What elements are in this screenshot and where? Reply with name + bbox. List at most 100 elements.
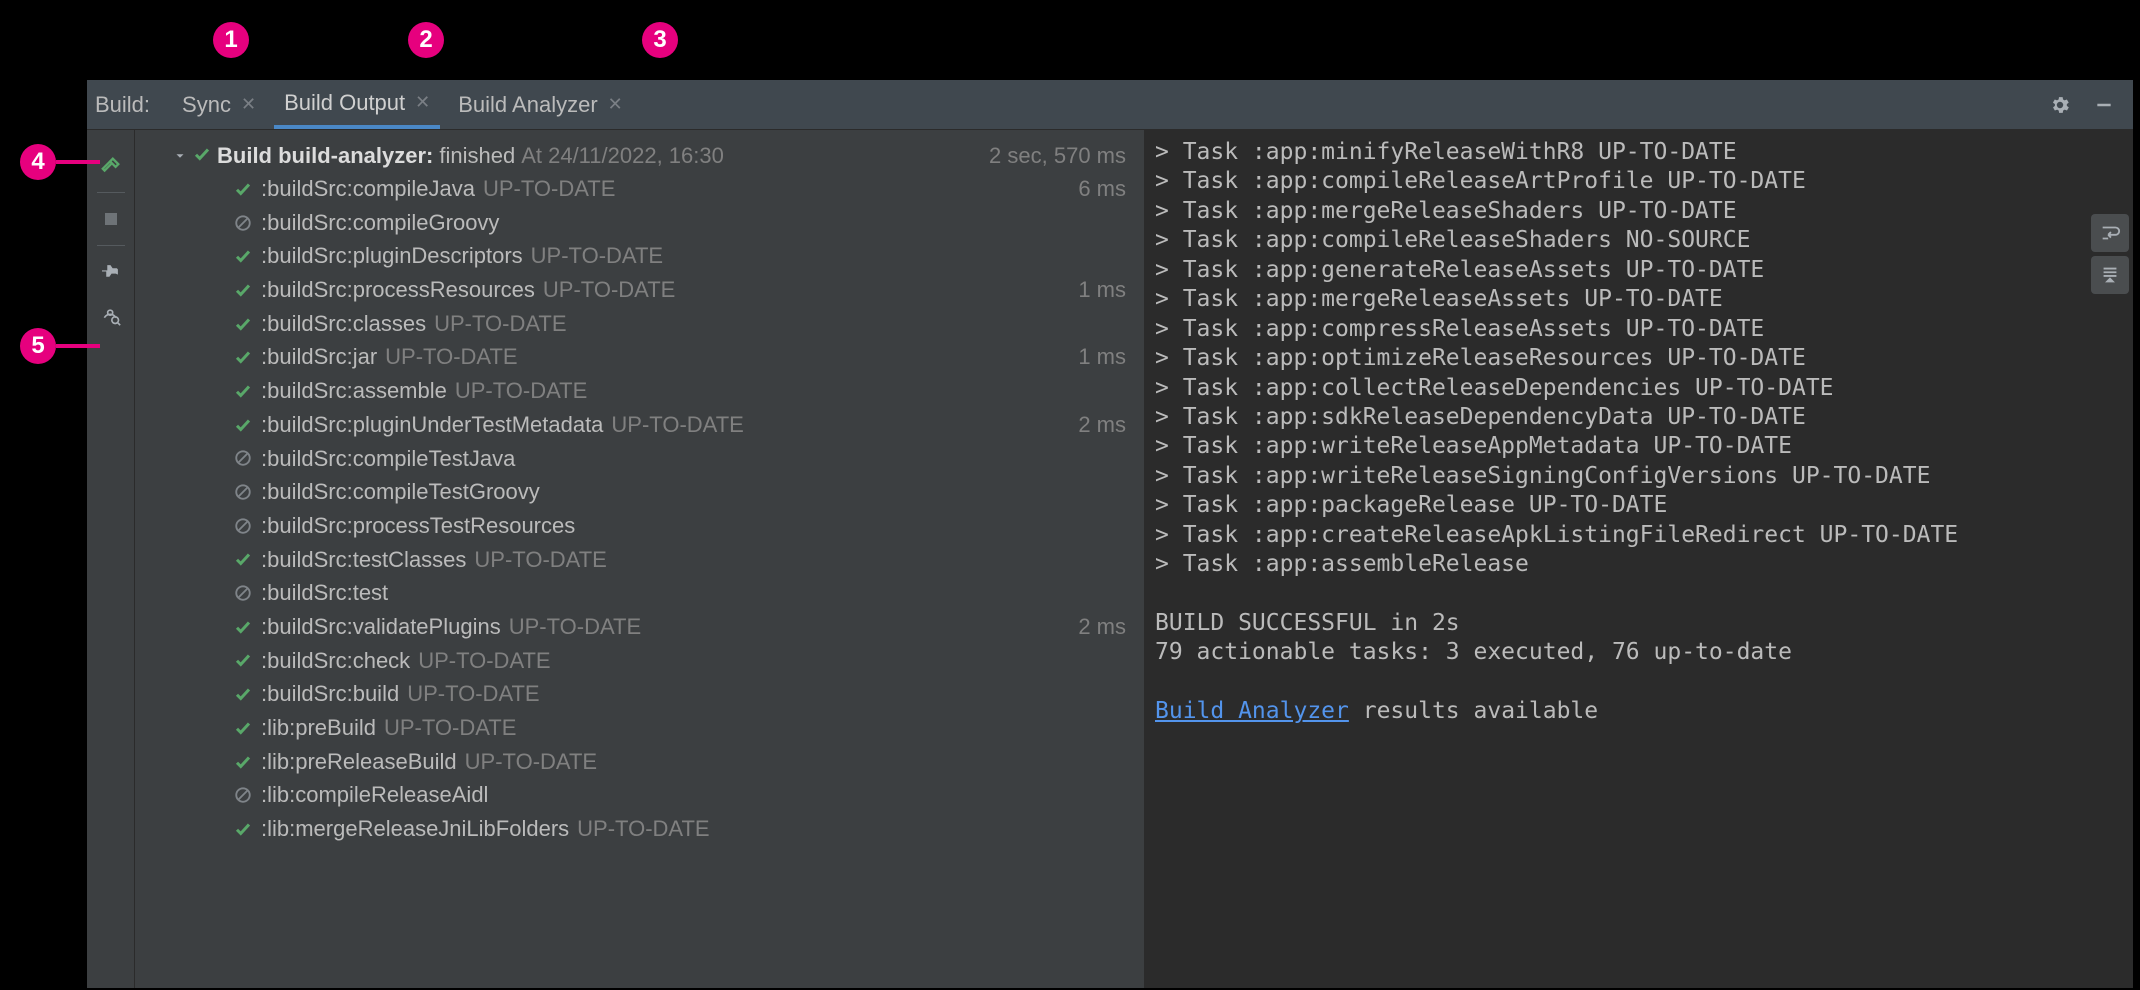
inspect-icon[interactable]: [95, 294, 127, 338]
tab-label: Build Output: [284, 90, 405, 116]
task-row[interactable]: :buildSrc:classesUP-TO-DATE: [231, 307, 1126, 341]
console-line: [1151, 668, 2133, 697]
task-name: :buildSrc:testClasses: [261, 545, 466, 575]
task-status: UP-TO-DATE: [418, 646, 550, 676]
task-row[interactable]: :buildSrc:validatePluginsUP-TO-DATE2 ms: [231, 610, 1126, 644]
task-row[interactable]: :buildSrc:pluginUnderTestMetadataUP-TO-D…: [231, 408, 1126, 442]
task-name: :buildSrc:compileJava: [261, 174, 475, 204]
callout-3: 3: [642, 22, 678, 58]
task-name: :buildSrc:pluginUnderTestMetadata: [261, 410, 603, 440]
console-line: > Task :app:compileReleaseArtProfile UP-…: [1151, 167, 2133, 196]
build-analyzer-link[interactable]: Build Analyzer: [1155, 698, 1349, 724]
callout-4: 4: [20, 144, 56, 180]
task-row[interactable]: :lib:mergeReleaseJniLibFoldersUP-TO-DATE: [231, 812, 1126, 846]
task-row[interactable]: :buildSrc:compileTestGroovy: [231, 475, 1126, 509]
callout-1: 1: [213, 22, 249, 58]
task-row[interactable]: :buildSrc:assemble UP-TO-DATE: [231, 374, 1126, 408]
pin-icon[interactable]: [95, 250, 127, 294]
tab-sync[interactable]: Sync ✕: [172, 80, 266, 129]
check-icon: [231, 685, 255, 703]
console-line: > Task :app:collectReleaseDependencies U…: [1151, 374, 2133, 403]
task-status: UP-TO-DATE: [509, 612, 641, 642]
task-row[interactable]: :lib:compileReleaseAidl: [231, 778, 1126, 812]
check-icon: [231, 180, 255, 198]
task-name: :buildSrc:classes: [261, 309, 426, 339]
task-name: :buildSrc:pluginDescriptors: [261, 241, 523, 271]
tab-build-analyzer[interactable]: Build Analyzer ✕: [448, 80, 633, 129]
tabbar-label: Build:: [95, 92, 150, 118]
check-icon: [231, 382, 255, 400]
task-name: :buildSrc:compileGroovy: [261, 208, 499, 238]
build-gutter: [87, 130, 135, 988]
check-icon: [231, 416, 255, 434]
build-task-list: :buildSrc:compileJavaUP-TO-DATE6 ms:buil…: [145, 172, 1126, 846]
task-row[interactable]: :buildSrc:pluginDescriptors UP-TO-DATE: [231, 239, 1126, 273]
close-icon[interactable]: ✕: [241, 94, 256, 115]
task-row[interactable]: :buildSrc:jarUP-TO-DATE1 ms: [231, 340, 1126, 374]
task-status: UP-TO-DATE: [543, 275, 675, 305]
task-row[interactable]: :buildSrc:build UP-TO-DATE: [231, 677, 1126, 711]
check-icon: [231, 753, 255, 771]
task-name: :buildSrc:jar: [261, 342, 377, 372]
console-line: > Task :app:sdkReleaseDependencyData UP-…: [1151, 403, 2133, 432]
check-icon: [231, 550, 255, 568]
task-row[interactable]: :buildSrc:processTestResources: [231, 509, 1126, 543]
check-icon: [231, 348, 255, 366]
build-timestamp: At 24/11/2022, 16:30: [521, 143, 724, 169]
callout-line: [56, 344, 100, 348]
gear-icon[interactable]: [2047, 92, 2073, 118]
check-icon: [231, 719, 255, 737]
task-duration: 1 ms: [1078, 275, 1126, 305]
console-line: > Task :app:createReleaseApkListingFileR…: [1151, 521, 2133, 550]
task-status: UP-TO-DATE: [465, 747, 597, 777]
close-icon[interactable]: ✕: [415, 92, 430, 113]
task-status: UP-TO-DATE: [455, 376, 587, 406]
task-row[interactable]: :buildSrc:processResourcesUP-TO-DATE1 ms: [231, 273, 1126, 307]
task-name: :buildSrc:assemble: [261, 376, 447, 406]
build-console[interactable]: > Task :app:minifyReleaseWithR8 UP-TO-DA…: [1145, 130, 2133, 988]
task-row[interactable]: :buildSrc:checkUP-TO-DATE: [231, 644, 1126, 678]
console-line: > Task :app:packageRelease UP-TO-DATE: [1151, 491, 2133, 520]
callout-2: 2: [408, 22, 444, 58]
task-name: :buildSrc:build: [261, 679, 399, 709]
skip-icon: [231, 786, 255, 804]
build-tree-root[interactable]: Build build-analyzer: finished At 24/11/…: [145, 140, 1126, 172]
skip-icon: [231, 214, 255, 232]
skip-icon: [231, 483, 255, 501]
task-name: :lib:compileReleaseAidl: [261, 780, 488, 810]
skip-icon: [231, 517, 255, 535]
task-status: UP-TO-DATE: [407, 679, 539, 709]
minimize-icon[interactable]: [2091, 92, 2117, 118]
soft-wrap-icon[interactable]: [2091, 214, 2129, 252]
console-line: [1151, 580, 2133, 609]
task-row[interactable]: :buildSrc:compileTestJava: [231, 442, 1126, 476]
close-icon[interactable]: ✕: [608, 94, 623, 115]
task-row[interactable]: :buildSrc:compileJavaUP-TO-DATE6 ms: [231, 172, 1126, 206]
console-line: > Task :app:assembleRelease: [1151, 550, 2133, 579]
task-name: :buildSrc:compileTestGroovy: [261, 477, 540, 507]
check-icon: [231, 315, 255, 333]
console-line: 79 actionable tasks: 3 executed, 76 up-t…: [1151, 638, 2133, 667]
task-name: :lib:preReleaseBuild: [261, 747, 457, 777]
check-icon: [193, 143, 211, 169]
build-content: Build build-analyzer: finished At 24/11/…: [87, 130, 2133, 988]
console-line: BUILD SUCCESSFUL in 2s: [1151, 609, 2133, 638]
task-status: UP-TO-DATE: [531, 241, 663, 271]
console-line: > Task :app:optimizeReleaseResources UP-…: [1151, 344, 2133, 373]
console-line: > Task :app:mergeReleaseAssets UP-TO-DAT…: [1151, 285, 2133, 314]
hammer-icon[interactable]: [95, 144, 127, 188]
stop-icon[interactable]: [95, 197, 127, 241]
build-title: Build build-analyzer:: [217, 143, 433, 169]
task-row[interactable]: :buildSrc:testClassesUP-TO-DATE: [231, 543, 1126, 577]
task-row[interactable]: :buildSrc:test: [231, 576, 1126, 610]
scroll-to-end-icon[interactable]: [2091, 256, 2129, 294]
chevron-down-icon[interactable]: [173, 143, 187, 169]
task-row[interactable]: :lib:preBuildUP-TO-DATE: [231, 711, 1126, 745]
console-text: results available: [1349, 698, 1598, 724]
task-name: :lib:mergeReleaseJniLibFolders: [261, 814, 569, 844]
task-row[interactable]: :lib:preReleaseBuild UP-TO-DATE: [231, 745, 1126, 779]
task-row[interactable]: :buildSrc:compileGroovy: [231, 206, 1126, 240]
console-right-rail: [2091, 132, 2131, 294]
tab-build-output[interactable]: Build Output ✕: [274, 80, 440, 129]
console-line: > Task :app:minifyReleaseWithR8 UP-TO-DA…: [1151, 138, 2133, 167]
